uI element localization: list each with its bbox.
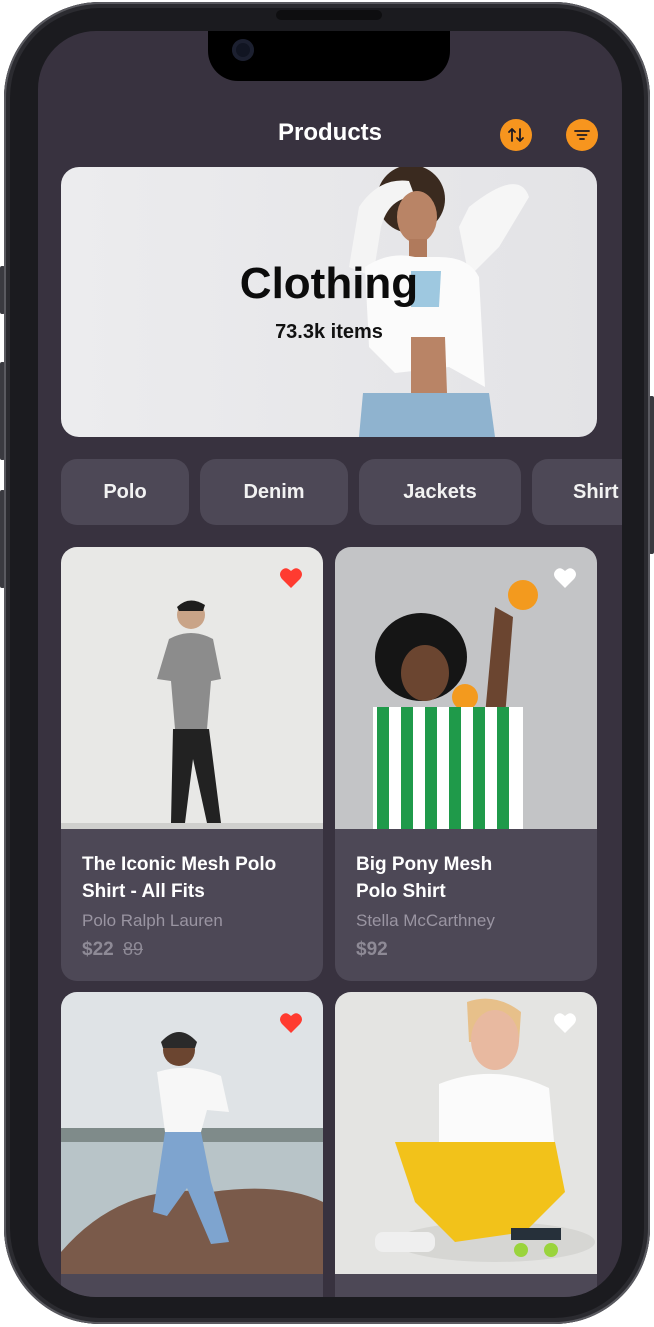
chip-label: Shirt (573, 480, 619, 503)
product-image (335, 992, 597, 1274)
chip-label: Denim (243, 480, 305, 503)
heart-filled-icon[interactable] (279, 1012, 303, 1034)
chip-label: Polo (103, 480, 147, 503)
heart-filled-icon[interactable] (279, 567, 303, 589)
chip-shirt[interactable]: Shirt (532, 459, 622, 525)
app-screen: Products Clothing 73.3k items Polo Denim… (38, 31, 622, 1297)
product-card[interactable] (335, 992, 597, 1297)
chip-polo[interactable]: Polo (61, 459, 189, 525)
product-card[interactable]: The Iconic Mesh Polo Shirt - All Fits Po… (61, 547, 323, 981)
chip-label: Jackets (403, 480, 477, 503)
original-price: 89 (122, 939, 144, 959)
product-image (61, 547, 323, 829)
product-price: $22 89 (82, 939, 313, 961)
product-price: $92 (356, 939, 587, 961)
filter-lines-icon (574, 130, 590, 140)
product-image (335, 547, 597, 829)
sort-arrows-icon (508, 128, 524, 142)
product-image (61, 992, 323, 1274)
chip-jackets[interactable]: Jackets (359, 459, 521, 525)
hero-item-count: 73.3k items (275, 321, 383, 343)
category-chips: Polo Denim Jackets Shirt (61, 459, 622, 525)
product-brand: Polo Ralph Lauren (82, 911, 223, 930)
current-price: $22 (82, 939, 114, 960)
notch (208, 31, 450, 81)
chip-denim[interactable]: Denim (200, 459, 348, 525)
page-title: Products (277, 119, 382, 146)
earpiece-speaker (276, 10, 382, 20)
heart-outline-icon[interactable] (553, 567, 577, 589)
category-hero-banner[interactable]: Clothing 73.3k items (61, 167, 597, 437)
front-camera (232, 39, 254, 61)
product-card[interactable] (61, 992, 323, 1297)
product-name: Big Pony Mesh Polo Shirt (356, 854, 493, 902)
hero-title: Clothing (239, 259, 419, 308)
product-brand: Stella McCarthney (356, 911, 495, 930)
heart-outline-icon[interactable] (553, 1012, 577, 1034)
current-price: $92 (356, 939, 388, 960)
filter-button[interactable] (566, 119, 598, 151)
product-name: The Iconic Mesh Polo Shirt - All Fits (82, 854, 277, 902)
sort-button[interactable] (500, 119, 532, 151)
product-card[interactable]: Big Pony Mesh Polo Shirt Stella McCarthn… (335, 547, 597, 981)
